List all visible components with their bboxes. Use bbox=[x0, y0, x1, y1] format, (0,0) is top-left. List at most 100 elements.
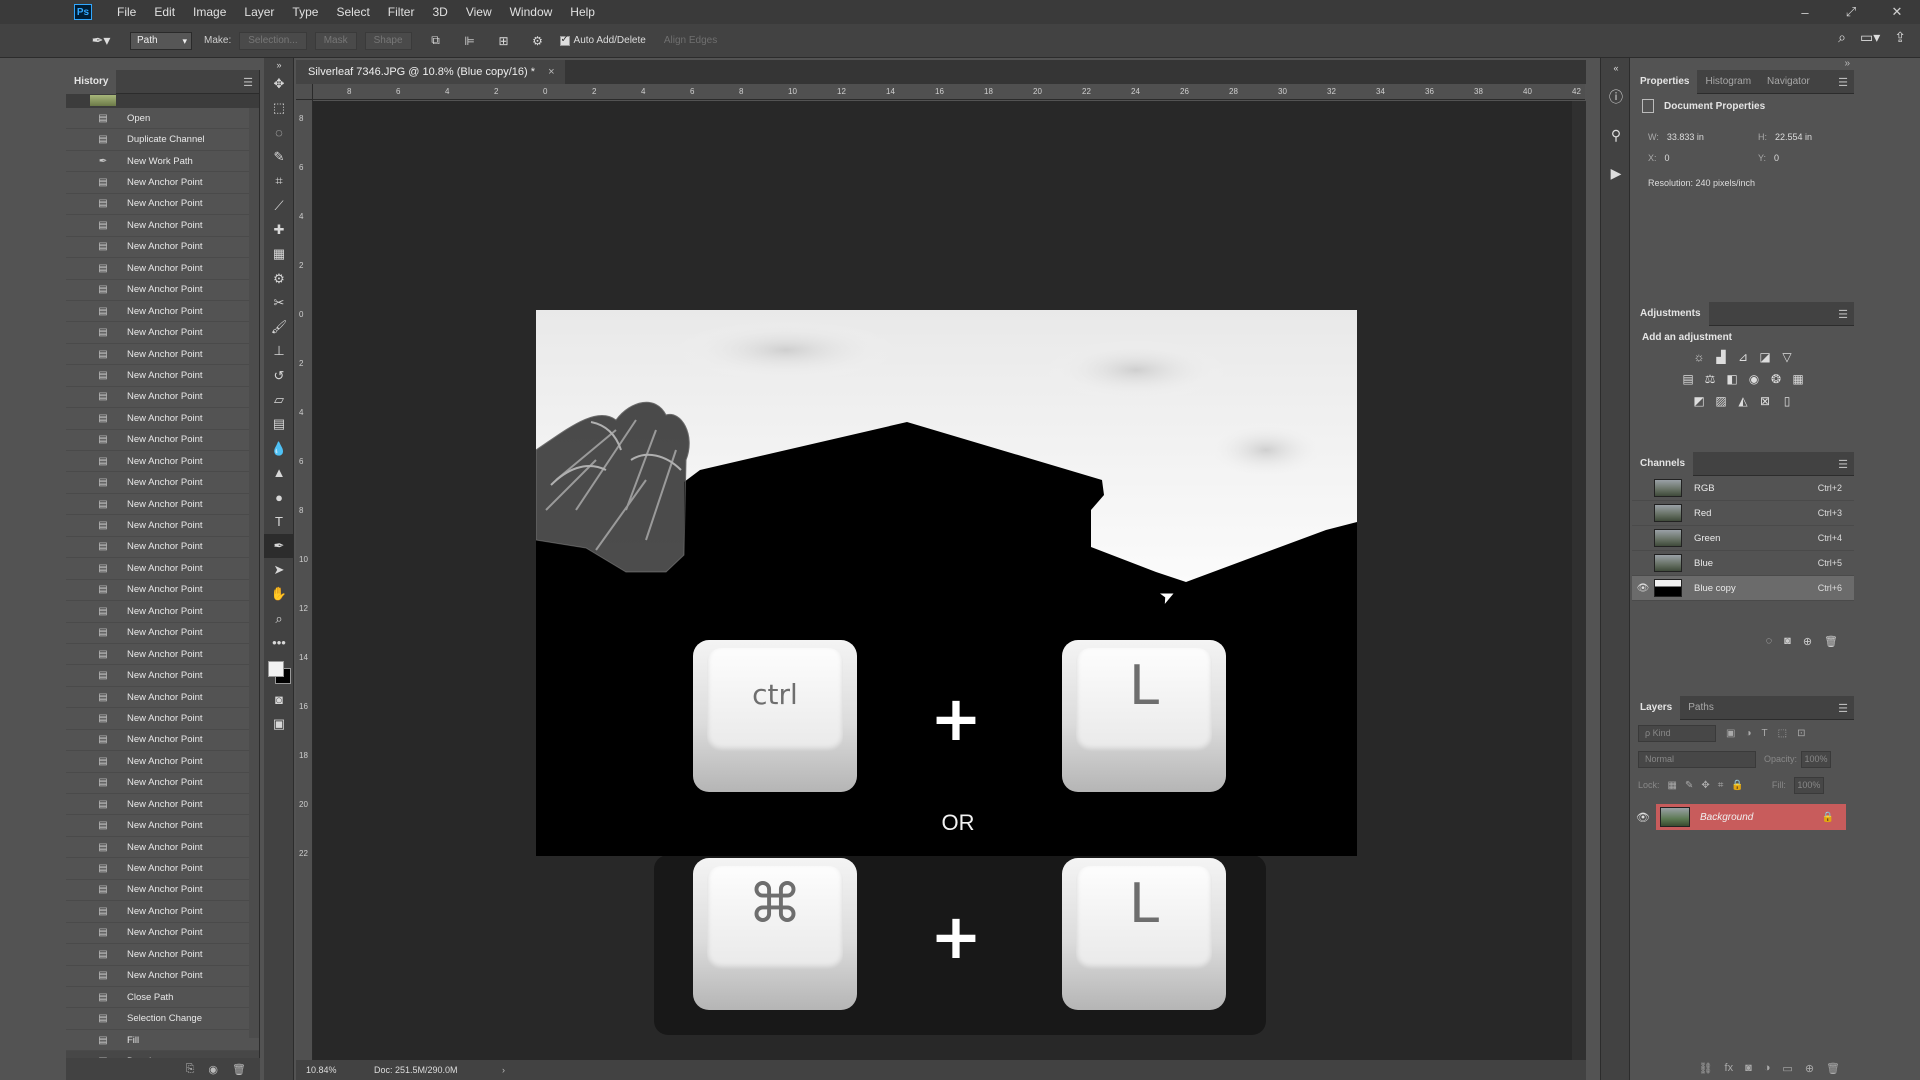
history-scrollbar[interactable] bbox=[249, 108, 259, 1038]
threshold-icon[interactable]: ◭ bbox=[1735, 393, 1751, 409]
lock-position-icon[interactable]: ✥ bbox=[1701, 780, 1709, 791]
filter-smart-object-icon[interactable]: ⊡ bbox=[1797, 728, 1805, 739]
lock-pixels-icon[interactable]: ✎ bbox=[1685, 780, 1693, 791]
channels-menu-icon[interactable]: ☰ bbox=[1838, 458, 1848, 471]
channel-row[interactable]: 👁 Blue copy Ctrl+6 bbox=[1632, 576, 1854, 601]
pen-tool-preset-icon[interactable]: ✒▾ bbox=[86, 29, 116, 53]
make-mask-button[interactable]: Mask bbox=[314, 31, 357, 50]
history-item[interactable]: ▤ New Anchor Point bbox=[66, 258, 259, 280]
menu-window[interactable]: Window bbox=[501, 0, 562, 24]
path-alignment-icon[interactable]: ⊫ bbox=[460, 31, 480, 51]
history-item[interactable]: ▤ New Anchor Point bbox=[66, 472, 259, 494]
history-item[interactable]: ▤ New Anchor Point bbox=[66, 387, 259, 409]
filter-type-icon[interactable]: T bbox=[1762, 728, 1768, 739]
filter-shape-icon[interactable]: ⬚ bbox=[1778, 728, 1787, 739]
history-item[interactable]: ▤ New Anchor Point bbox=[66, 880, 259, 902]
eraser-tool-icon[interactable]: ▱ bbox=[264, 388, 294, 412]
move-tool-icon[interactable]: ✥ bbox=[264, 72, 294, 96]
history-brush-tool-icon[interactable]: ↺ bbox=[264, 364, 294, 388]
lock-transparent-icon[interactable]: ▦ bbox=[1668, 780, 1677, 791]
menu-image[interactable]: Image bbox=[184, 0, 235, 24]
levels-icon[interactable]: ▟ bbox=[1713, 349, 1729, 365]
history-item[interactable]: ▤ Fill bbox=[66, 1030, 259, 1052]
sharpen-tool-icon[interactable]: ▲ bbox=[264, 461, 294, 485]
filter-adjustment-icon[interactable]: ◑ bbox=[1745, 728, 1751, 739]
ruler-horizontal[interactable]: 8 6 4 2 0 2 4 6 8 10 12 14 16 18 20 22 24 26 28 30 32 34 36 38 4… bbox=[313, 84, 1585, 100]
channel-row[interactable]: RGB Ctrl+2 bbox=[1632, 476, 1854, 501]
history-item[interactable]: ▤ New Anchor Point bbox=[66, 280, 259, 301]
crop-tool-icon[interactable]: ⌗ bbox=[264, 169, 294, 193]
layers-menu-icon[interactable]: ☰ bbox=[1838, 702, 1848, 715]
document-image[interactable] bbox=[536, 310, 1357, 856]
exposure-icon[interactable]: ◪ bbox=[1757, 349, 1773, 365]
history-item[interactable]: ▤ New Anchor Point bbox=[66, 558, 259, 580]
blur-tool-icon[interactable]: 💧 bbox=[264, 436, 294, 460]
history-item[interactable]: ▤ New Anchor Point bbox=[66, 708, 259, 730]
layer-background[interactable]: 👁 Background 🔒 bbox=[1636, 804, 1846, 830]
tab-adjustments[interactable]: Adjustments bbox=[1632, 301, 1709, 326]
collapse-toolbar-icon[interactable]: » bbox=[264, 58, 294, 72]
history-snapshot[interactable] bbox=[66, 94, 259, 108]
menu-filter[interactable]: Filter bbox=[379, 0, 424, 24]
panel-menu-icon[interactable]: ☰ bbox=[243, 76, 253, 89]
marquee-tool-icon[interactable]: ⬚ bbox=[264, 96, 294, 120]
layer-lock-icon[interactable]: 🔒 bbox=[1822, 812, 1834, 823]
new-layer-icon[interactable]: ⊕ bbox=[1805, 1062, 1814, 1075]
path-arrangement-icon[interactable]: ⊞ bbox=[494, 31, 514, 51]
brightness-contrast-icon[interactable]: ☼ bbox=[1691, 349, 1707, 365]
workspace-icon[interactable]: ▭▾ bbox=[1860, 29, 1880, 46]
history-item[interactable]: ▤ New Anchor Point bbox=[66, 901, 259, 923]
opacity-input[interactable]: 100% bbox=[1801, 750, 1832, 768]
channel-row[interactable]: Red Ctrl+3 bbox=[1632, 501, 1854, 526]
y-field[interactable]: Y: 0 bbox=[1742, 153, 1852, 163]
history-item[interactable]: ▤ New Anchor Point bbox=[66, 966, 259, 987]
hand-tool-icon[interactable]: ✋ bbox=[264, 582, 294, 606]
posterize-icon[interactable]: ▨ bbox=[1713, 393, 1729, 409]
screen-mode-icon[interactable]: ▣ bbox=[264, 711, 294, 735]
history-item[interactable]: ▤ New Anchor Point bbox=[66, 515, 259, 537]
collapse-panels-icon[interactable]: » bbox=[1844, 58, 1850, 69]
patch-tool-icon[interactable]: ▦ bbox=[264, 242, 294, 266]
menu-view[interactable]: View bbox=[457, 0, 501, 24]
history-item[interactable]: ▤ New Anchor Point bbox=[66, 344, 259, 366]
history-item[interactable]: ▤ New Anchor Point bbox=[66, 172, 259, 194]
close-icon[interactable]: ✕ bbox=[1874, 0, 1920, 24]
history-item[interactable]: ▤ New Anchor Point bbox=[66, 601, 259, 623]
lock-all-icon[interactable]: 🔒 bbox=[1731, 780, 1743, 791]
gradient-map-icon[interactable]: ▯ bbox=[1779, 393, 1795, 409]
history-item[interactable]: ▤ New Anchor Point bbox=[66, 944, 259, 966]
tab-navigator[interactable]: Navigator bbox=[1759, 70, 1818, 94]
trash-icon[interactable]: 🗑 bbox=[232, 1063, 246, 1076]
history-item[interactable]: ▤ New Anchor Point bbox=[66, 665, 259, 687]
minimize-icon[interactable]: – bbox=[1782, 0, 1828, 24]
history-item[interactable]: ▤ New Anchor Point bbox=[66, 923, 259, 945]
pen-tool-icon[interactable]: ✒ bbox=[264, 533, 294, 558]
tab-paths[interactable]: Paths bbox=[1680, 696, 1722, 720]
canvas-vertical-scrollbar[interactable] bbox=[1572, 101, 1586, 1060]
quick-mask-icon[interactable]: ◙ bbox=[264, 687, 294, 711]
info-icon[interactable]: ⓘ bbox=[1601, 78, 1631, 116]
healing-brush-tool-icon[interactable]: ✚ bbox=[264, 218, 294, 242]
share-icon[interactable]: ⇪ bbox=[1894, 29, 1906, 46]
history-item[interactable]: ▤ New Anchor Point bbox=[66, 687, 259, 709]
history-item[interactable]: ▤ New Anchor Point bbox=[66, 644, 259, 666]
history-item[interactable]: ▤ New Anchor Point bbox=[66, 301, 259, 323]
layer-visibility-eye-icon[interactable]: 👁 bbox=[1636, 811, 1650, 824]
gradient-tool-icon[interactable]: ▤ bbox=[264, 412, 294, 436]
status-menu-icon[interactable]: › bbox=[502, 1065, 505, 1075]
delete-channel-icon[interactable]: 🗑 bbox=[1824, 635, 1838, 648]
channel-row[interactable]: Blue Ctrl+5 bbox=[1632, 551, 1854, 576]
tab-histogram[interactable]: Histogram bbox=[1697, 70, 1759, 94]
history-item[interactable]: ▤ New Anchor Point bbox=[66, 215, 259, 237]
eyedropper-tool-icon[interactable]: ⟋ bbox=[264, 193, 294, 217]
menu-help[interactable]: Help bbox=[561, 0, 604, 24]
history-item[interactable]: ▤ New Anchor Point bbox=[66, 730, 259, 752]
zoom-tool-icon[interactable]: ⌕ bbox=[264, 607, 294, 631]
lock-artboard-icon[interactable]: ⌗ bbox=[1718, 780, 1724, 791]
new-group-icon[interactable]: ▭ bbox=[1782, 1062, 1792, 1075]
curves-icon[interactable]: ⊿ bbox=[1735, 349, 1751, 365]
more-tools-icon[interactable]: ••• bbox=[264, 631, 294, 655]
adjustments-menu-icon[interactable]: ☰ bbox=[1838, 308, 1848, 321]
history-item[interactable]: ▤ New Anchor Point bbox=[66, 623, 259, 644]
link-layers-icon[interactable]: ⛓ bbox=[1699, 1062, 1713, 1075]
